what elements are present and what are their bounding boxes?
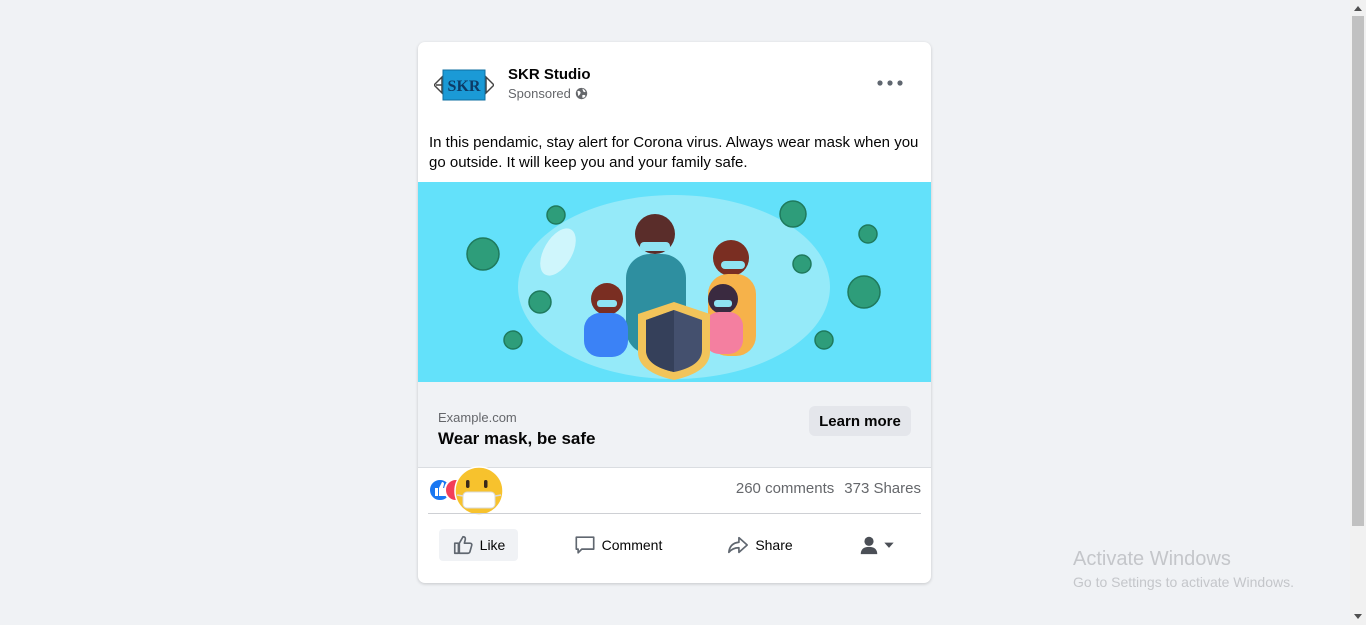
post-image-family-masks[interactable] bbox=[418, 182, 931, 382]
sponsored-row: Sponsored bbox=[508, 86, 588, 101]
comment-button[interactable]: Comment bbox=[568, 529, 668, 561]
globe-icon bbox=[575, 87, 588, 100]
more-options-button[interactable] bbox=[870, 72, 910, 94]
comments-count[interactable]: 260 comments bbox=[736, 480, 834, 497]
activate-windows-title: Activate Windows bbox=[1073, 548, 1231, 570]
link-preview[interactable]: Example.com Wear mask, be safe Learn mor… bbox=[418, 382, 931, 468]
comment-label: Comment bbox=[601, 537, 663, 553]
logo-text: SKR bbox=[448, 78, 481, 95]
link-headline: Wear mask, be safe bbox=[438, 429, 596, 448]
like-button[interactable]: Like bbox=[439, 529, 518, 561]
post-header: SKR SKR Studio Sponsored bbox=[418, 42, 931, 132]
post-text: In this pendamic, stay alert for Corona … bbox=[429, 134, 919, 171]
post-stats: 260 comments 373 Shares bbox=[736, 480, 921, 497]
link-domain: Example.com bbox=[438, 410, 517, 425]
scroll-thumb[interactable] bbox=[1352, 16, 1364, 526]
comment-bubble-icon bbox=[575, 536, 595, 554]
thumbs-up-icon bbox=[453, 535, 473, 555]
mask-face-emoji bbox=[454, 466, 504, 516]
share-arrow-icon bbox=[728, 536, 749, 554]
skr-studio-logo[interactable]: SKR bbox=[434, 66, 494, 104]
post-actions: Like Comment Share bbox=[418, 514, 931, 583]
scroll-up-arrow[interactable] bbox=[1350, 0, 1366, 16]
post-as-selector[interactable] bbox=[852, 529, 902, 561]
arrow-up-icon bbox=[1354, 6, 1362, 11]
more-dots-icon bbox=[877, 80, 903, 86]
sponsored-post-card: SKR SKR Studio Sponsored In this pendami… bbox=[418, 42, 931, 583]
page-name[interactable]: SKR Studio bbox=[508, 66, 591, 83]
share-button[interactable]: Share bbox=[721, 529, 799, 561]
arrow-down-icon bbox=[1354, 614, 1362, 619]
page-scrollbar[interactable] bbox=[1350, 0, 1366, 625]
caret-down-icon bbox=[884, 542, 894, 548]
sponsored-label[interactable]: Sponsored bbox=[508, 86, 571, 101]
activate-windows-subtitle: Go to Settings to activate Windows. bbox=[1073, 574, 1294, 590]
scroll-down-arrow[interactable] bbox=[1350, 609, 1366, 625]
shares-count[interactable]: 373 Shares bbox=[844, 480, 921, 497]
learn-more-button[interactable]: Learn more bbox=[809, 406, 911, 436]
reactions-summary[interactable] bbox=[426, 466, 516, 518]
share-label: Share bbox=[755, 537, 793, 553]
like-label: Like bbox=[479, 537, 506, 553]
person-icon bbox=[860, 536, 878, 555]
